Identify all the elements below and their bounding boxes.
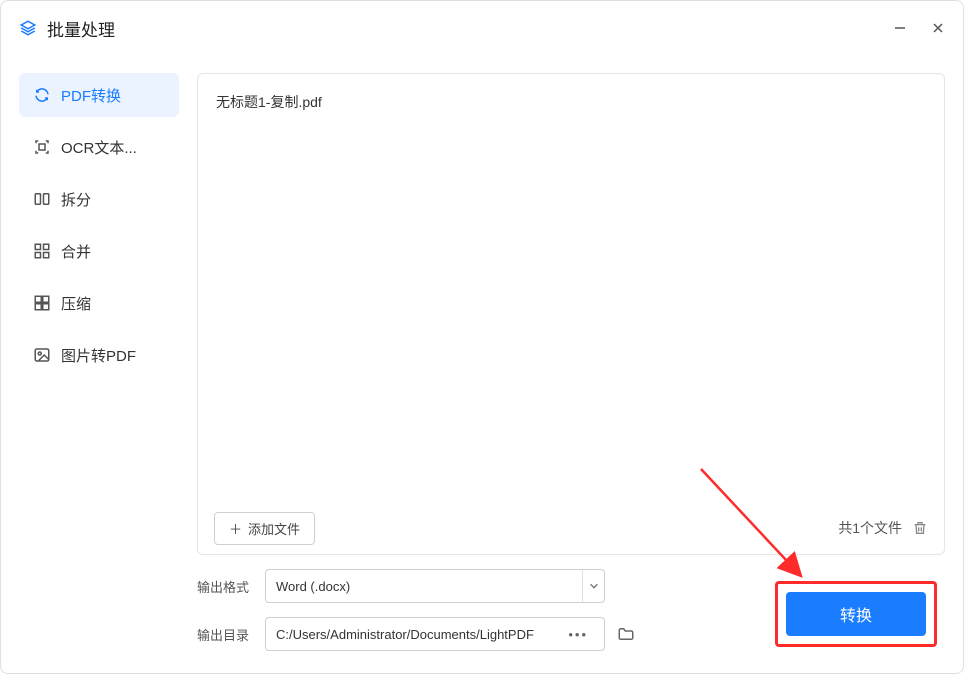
file-count-label: 共1个文件: [838, 518, 902, 538]
window-controls: [893, 21, 945, 35]
titlebar: 批量处理: [1, 1, 963, 55]
scan-icon: [33, 138, 51, 156]
window-title: 批量处理: [47, 16, 115, 41]
sidebar: PDF转换 OCR文本... 拆分: [19, 73, 179, 651]
main-panel: 无标题1-复制.pdf ＋ 添加文件 共1个文件: [197, 73, 945, 651]
file-name: 无标题1-复制.pdf: [216, 94, 322, 110]
more-icon[interactable]: •••: [562, 627, 594, 642]
sidebar-item-label: PDF转换: [61, 85, 121, 106]
merge-icon: [33, 242, 51, 260]
sidebar-item-ocr[interactable]: OCR文本...: [19, 125, 179, 169]
add-file-label: 添加文件: [248, 519, 300, 538]
sidebar-item-split[interactable]: 拆分: [19, 177, 179, 221]
convert-label: 转换: [840, 602, 872, 626]
trash-icon[interactable]: [912, 520, 928, 536]
convert-area: 转换: [775, 581, 937, 647]
layers-icon: [19, 19, 37, 37]
file-list: 无标题1-复制.pdf ＋ 添加文件 共1个文件: [197, 73, 945, 555]
output-format-select[interactable]: Word (.docx): [265, 569, 605, 603]
sidebar-item-label: 拆分: [61, 189, 91, 210]
compress-icon: [33, 294, 51, 312]
titlebar-left: 批量处理: [19, 16, 115, 41]
output-format-label: 输出格式: [197, 577, 253, 596]
sidebar-item-img2pdf[interactable]: 图片转PDF: [19, 333, 179, 377]
minimize-button[interactable]: [893, 21, 907, 35]
sidebar-item-label: 压缩: [61, 293, 91, 314]
output-dir-label: 输出目录: [197, 625, 253, 644]
refresh-icon: [33, 86, 51, 104]
sidebar-item-label: 合并: [61, 241, 91, 262]
chevron-down-icon: [582, 570, 604, 602]
output-dir-value: C:/Users/Administrator/Documents/LightPD…: [276, 627, 534, 642]
convert-button[interactable]: 转换: [786, 592, 926, 636]
image-icon: [33, 346, 51, 364]
folder-icon[interactable]: [617, 625, 635, 643]
file-count-area: 共1个文件: [838, 518, 928, 538]
file-row[interactable]: 无标题1-复制.pdf: [216, 92, 926, 112]
app-window: 批量处理 PDF转换: [0, 0, 964, 674]
sidebar-item-compress[interactable]: 压缩: [19, 281, 179, 325]
output-format-value: Word (.docx): [276, 579, 350, 594]
sidebar-item-label: 图片转PDF: [61, 345, 136, 366]
sidebar-item-label: OCR文本...: [61, 137, 137, 158]
file-list-footer: ＋ 添加文件 共1个文件: [198, 502, 944, 554]
sidebar-item-merge[interactable]: 合并: [19, 229, 179, 273]
split-icon: [33, 190, 51, 208]
plus-icon: ＋: [229, 519, 242, 538]
sidebar-item-pdf-convert[interactable]: PDF转换: [19, 73, 179, 117]
output-dir-input[interactable]: C:/Users/Administrator/Documents/LightPD…: [265, 617, 605, 651]
close-button[interactable]: [931, 21, 945, 35]
add-file-button[interactable]: ＋ 添加文件: [214, 512, 315, 545]
highlight-box: 转换: [775, 581, 937, 647]
